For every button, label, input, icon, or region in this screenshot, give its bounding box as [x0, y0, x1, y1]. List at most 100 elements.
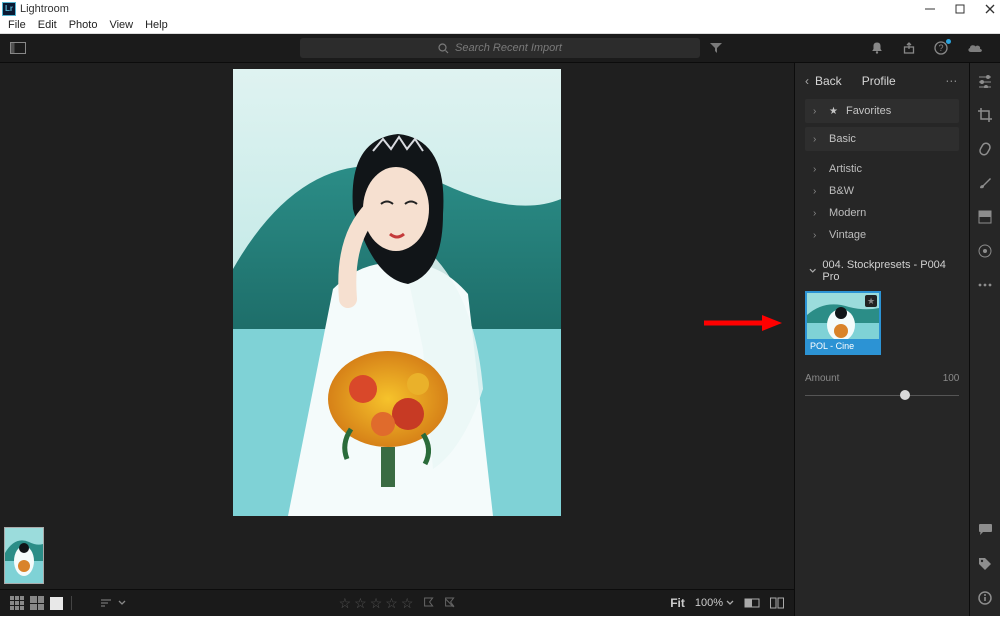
section-label: Artistic — [829, 163, 862, 175]
filmstrip-thumbnail[interactable] — [4, 527, 44, 584]
menubar: File Edit Photo View Help — [0, 17, 1000, 34]
presets-panel: ‹ Back Profile ⋯ › ★ Favorites › Basic — [795, 63, 969, 616]
star-icon[interactable]: ☆ — [354, 595, 367, 612]
menu-view[interactable]: View — [103, 19, 139, 31]
sort-dropdown[interactable] — [100, 598, 126, 608]
preset-thumbnail[interactable]: ★ POL - Cine — [805, 291, 881, 355]
window-maximize-button[interactable] — [954, 3, 966, 15]
star-icon: ★ — [829, 106, 838, 117]
section-basic[interactable]: › Basic — [805, 127, 959, 151]
star-icon[interactable]: ☆ — [339, 595, 352, 612]
search-icon — [438, 43, 449, 54]
filmstrip — [0, 521, 794, 589]
grid-view-large-button[interactable] — [30, 596, 44, 610]
grid-view-small-button[interactable] — [10, 596, 24, 610]
section-modern[interactable]: › Modern — [805, 203, 959, 223]
filter-icon[interactable] — [710, 42, 722, 54]
topbar: Search Recent Import ? — [0, 34, 1000, 63]
notification-dot — [946, 39, 951, 44]
app-logo: Lr — [2, 2, 16, 16]
amount-label: Amount — [805, 373, 839, 384]
section-vintage[interactable]: › Vintage — [805, 225, 959, 245]
menu-photo[interactable]: Photo — [63, 19, 104, 31]
os-titlebar: Lr Lightroom — [0, 0, 1000, 17]
section-label: Vintage — [829, 229, 866, 241]
search-placeholder: Search Recent Import — [455, 42, 562, 54]
preset-group-label: 004. Stockpresets - P004 Pro — [822, 259, 955, 283]
svg-text:?: ? — [938, 43, 943, 53]
more-icon[interactable] — [977, 277, 993, 293]
single-view-button[interactable] — [50, 597, 63, 610]
chevron-down-icon — [809, 267, 816, 275]
right-sidebar: ‹ Back Profile ⋯ › ★ Favorites › Basic — [794, 63, 1000, 616]
section-favorites[interactable]: › ★ Favorites — [805, 99, 959, 123]
panels-icon[interactable] — [10, 42, 26, 54]
flag-reject-icon[interactable] — [443, 597, 455, 609]
bottombar: ☆ ☆ ☆ ☆ ☆ Fit 100% — [0, 589, 794, 616]
sliders-icon[interactable] — [977, 73, 993, 89]
chevron-down-icon — [118, 600, 126, 606]
bell-icon[interactable] — [870, 41, 884, 55]
cloud-icon[interactable] — [966, 41, 984, 55]
back-label: Back — [815, 74, 842, 88]
zoom-percent-dropdown[interactable]: 100% — [695, 597, 734, 609]
preset-group-header[interactable]: 004. Stockpresets - P004 Pro — [805, 257, 959, 285]
divider — [71, 596, 72, 610]
canvas-column: ☆ ☆ ☆ ☆ ☆ Fit 100% — [0, 63, 794, 616]
section-label: Favorites — [846, 105, 891, 117]
chevron-right-icon: › — [813, 106, 821, 117]
profile-tab[interactable]: Profile — [862, 74, 896, 88]
star-icon[interactable]: ☆ — [401, 595, 414, 612]
back-button[interactable]: ‹ Back — [805, 74, 842, 88]
canvas-area — [0, 63, 794, 521]
zoom-fit-button[interactable]: Fit — [670, 596, 685, 610]
star-icon[interactable]: ☆ — [370, 595, 383, 612]
chevron-down-icon — [726, 600, 734, 606]
flag-pick-icon[interactable] — [422, 597, 434, 609]
compare-view-icon[interactable] — [770, 597, 784, 609]
chevron-right-icon: › — [813, 230, 821, 241]
original-toggle-icon[interactable] — [744, 597, 760, 609]
chat-icon[interactable] — [977, 522, 993, 538]
tag-icon[interactable] — [977, 556, 993, 572]
preset-name: POL - Cine — [807, 339, 879, 353]
amount-slider[interactable] — [805, 390, 959, 400]
amount-value: 100 — [943, 373, 960, 384]
share-icon[interactable] — [902, 41, 916, 55]
search-input[interactable]: Search Recent Import — [300, 38, 700, 58]
chevron-right-icon: › — [813, 186, 821, 197]
window-minimize-button[interactable] — [924, 3, 936, 15]
radial-gradient-icon[interactable] — [977, 243, 993, 259]
section-bw[interactable]: › B&W — [805, 181, 959, 201]
preset-favorite-toggle[interactable]: ★ — [865, 295, 877, 307]
annotation-arrow — [702, 313, 782, 333]
slider-knob[interactable] — [900, 390, 910, 400]
main-photo[interactable] — [233, 69, 561, 516]
brush-icon[interactable] — [977, 175, 993, 191]
rating-bar[interactable]: ☆ ☆ ☆ ☆ ☆ — [339, 595, 456, 612]
section-artistic[interactable]: › Artistic — [805, 159, 959, 179]
section-label: Basic — [829, 133, 856, 145]
window-close-button[interactable] — [984, 3, 996, 15]
chevron-right-icon: › — [813, 134, 821, 145]
star-icon[interactable]: ☆ — [385, 595, 398, 612]
menu-edit[interactable]: Edit — [32, 19, 63, 31]
help-icon[interactable]: ? — [934, 41, 948, 55]
slider-track — [805, 395, 959, 396]
app-title: Lightroom — [20, 3, 69, 15]
crop-icon[interactable] — [977, 107, 993, 123]
chevron-left-icon: ‹ — [805, 74, 809, 88]
menu-help[interactable]: Help — [139, 19, 174, 31]
menu-file[interactable]: File — [2, 19, 32, 31]
chevron-right-icon: › — [813, 164, 821, 175]
zoom-value: 100% — [695, 597, 723, 609]
info-icon[interactable] — [977, 590, 993, 606]
linear-gradient-icon[interactable] — [977, 209, 993, 225]
tool-strip — [969, 63, 1000, 616]
app-frame: Search Recent Import ? — [0, 34, 1000, 616]
heal-icon[interactable] — [977, 141, 993, 157]
chevron-right-icon: › — [813, 208, 821, 219]
panel-more-icon[interactable]: ⋯ — [945, 74, 959, 88]
section-label: B&W — [829, 185, 854, 197]
section-label: Modern — [829, 207, 866, 219]
